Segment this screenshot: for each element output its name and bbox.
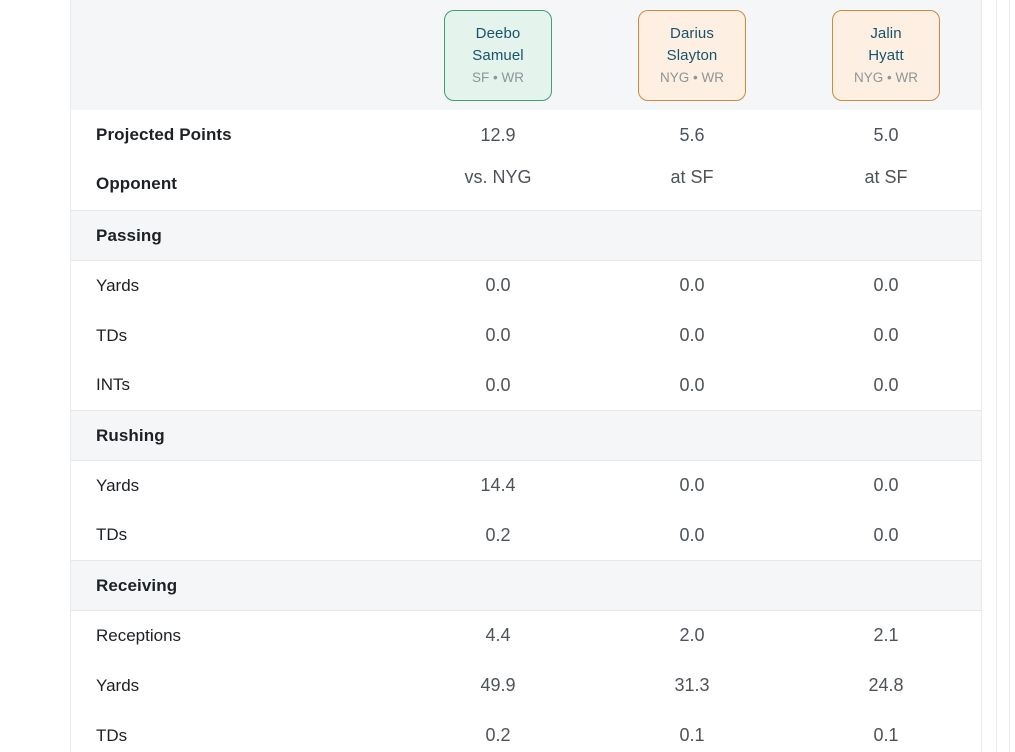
cell-receiving-receptions-p3: 2.1 xyxy=(873,625,899,646)
player-meta-1: SF • WR xyxy=(472,70,524,85)
table-row: Receptions 4.4 2.0 2.1 xyxy=(71,610,981,661)
row-label-opponent: Opponent xyxy=(96,174,178,193)
section-spacer-rushing-2 xyxy=(595,410,789,461)
cell-passing-tds-p1: 0.0 xyxy=(485,325,511,345)
cell-rushing-tds-p3: 0.0 xyxy=(873,524,899,545)
section-spacer-passing-1 xyxy=(401,210,595,261)
section-header-rushing: Rushing xyxy=(71,410,981,461)
row-label-passing-tds: TDs xyxy=(96,325,128,345)
cell-passing-ints-p1: 0.0 xyxy=(485,374,511,395)
table-row: TDs 0.0 0.0 0.0 xyxy=(71,310,981,361)
row-label-rushing-yards: Yards xyxy=(96,475,140,495)
cell-rushing-yards-p3: 0.0 xyxy=(873,475,899,496)
cell-projected-points-p3: 5.0 xyxy=(873,124,899,145)
cell-passing-tds-p2: 0.0 xyxy=(679,325,705,345)
cell-receiving-receptions-p2: 2.0 xyxy=(679,625,705,646)
table-body: Projected Points 12.9 5.6 5.0 Opponent v… xyxy=(71,110,981,752)
player-last-name-3: Hyatt xyxy=(868,47,904,64)
row-label-receiving-receptions: Receptions xyxy=(96,625,182,645)
cell-passing-tds-p3: 0.0 xyxy=(873,325,899,345)
player-meta-3: NYG • WR xyxy=(854,70,918,85)
cell-projected-points-p2: 5.6 xyxy=(679,124,705,145)
cell-receiving-tds-p3: 0.1 xyxy=(873,725,899,745)
player-card-2[interactable]: Darius Slayton NYG • WR xyxy=(638,9,746,101)
cell-rushing-yards-p2: 0.0 xyxy=(679,475,705,496)
table-head: Deebo Samuel SF • WR Darius Slayton NYG … xyxy=(71,0,981,110)
player-meta-2: NYG • WR xyxy=(660,70,724,85)
table-row: TDs 0.2 0.0 0.0 xyxy=(71,510,981,561)
vertical-scrollbar-track[interactable] xyxy=(997,0,1009,752)
player-card-3[interactable]: Jalin Hyatt NYG • WR xyxy=(832,9,940,101)
cell-receiving-receptions-p1: 4.4 xyxy=(485,625,511,646)
cell-passing-yards-p3: 0.0 xyxy=(873,275,899,296)
player-card-1[interactable]: Deebo Samuel SF • WR xyxy=(444,9,552,101)
row-label-receiving-tds: TDs xyxy=(96,725,128,745)
cell-rushing-yards-p1: 14.4 xyxy=(480,475,516,496)
section-spacer-rushing-3 xyxy=(789,410,981,461)
player-header-cell-1: Deebo Samuel SF • WR xyxy=(401,0,595,110)
page-root: Deebo Samuel SF • WR Darius Slayton NYG … xyxy=(0,0,1015,752)
cell-passing-ints-p2: 0.0 xyxy=(679,374,705,395)
table-row: Projected Points 12.9 5.6 5.0 xyxy=(71,110,981,160)
player-first-name-3: Jalin xyxy=(870,25,902,42)
section-spacer-passing-2 xyxy=(595,210,789,261)
row-label-receiving-yards: Yards xyxy=(96,675,140,695)
section-header-passing: Passing xyxy=(71,210,981,261)
cell-passing-yards-p1: 0.0 xyxy=(485,275,511,296)
section-title-passing: Passing xyxy=(71,210,401,261)
table-row: Yards 14.4 0.0 0.0 xyxy=(71,460,981,511)
section-header-receiving: Receiving xyxy=(71,560,981,611)
row-label-passing-ints: INTs xyxy=(96,375,130,395)
row-label-rushing-tds: TDs xyxy=(96,525,128,545)
cell-passing-yards-p2: 0.0 xyxy=(679,275,705,296)
table-row: Yards 0.0 0.0 0.0 xyxy=(71,260,981,311)
cell-opponent-p2: at SF xyxy=(670,166,714,187)
player-comparison-panel: Deebo Samuel SF • WR Darius Slayton NYG … xyxy=(70,0,982,752)
player-last-name-1: Samuel xyxy=(472,47,524,64)
section-spacer-receiving-3 xyxy=(789,560,981,611)
cell-passing-ints-p3: 0.0 xyxy=(873,374,899,395)
cell-receiving-yards-p1: 49.9 xyxy=(480,675,516,695)
header-spacer-cell xyxy=(71,0,401,110)
player-last-name-2: Slayton xyxy=(666,47,718,64)
table-row: TDs 0.2 0.1 0.1 xyxy=(71,710,981,752)
section-spacer-receiving-2 xyxy=(595,560,789,611)
player-first-name-1: Deebo xyxy=(475,25,521,42)
viewport-rule-right xyxy=(1009,0,1010,752)
section-spacer-rushing-1 xyxy=(401,410,595,461)
cell-receiving-tds-p2: 0.1 xyxy=(679,725,705,745)
section-title-rushing: Rushing xyxy=(71,410,401,461)
table-row: Opponent vs. NYG at SF at SF xyxy=(71,160,981,211)
table-row: INTs 0.0 0.0 0.0 xyxy=(71,360,981,411)
player-header-row: Deebo Samuel SF • WR Darius Slayton NYG … xyxy=(71,0,981,110)
cell-opponent-p3: at SF xyxy=(864,166,908,187)
row-label-projected-points: Projected Points xyxy=(96,125,232,144)
section-title-receiving: Receiving xyxy=(71,560,401,611)
player-header-cell-2: Darius Slayton NYG • WR xyxy=(595,0,789,110)
cell-rushing-tds-p2: 0.0 xyxy=(679,524,705,545)
table-row: Yards 49.9 31.3 24.8 xyxy=(71,660,981,711)
row-label-passing-yards: Yards xyxy=(96,275,140,295)
cell-receiving-yards-p2: 31.3 xyxy=(674,675,710,695)
section-spacer-passing-3 xyxy=(789,210,981,261)
cell-opponent-p1: vs. NYG xyxy=(464,166,532,187)
cell-rushing-tds-p1: 0.2 xyxy=(485,524,511,545)
player-header-cell-3: Jalin Hyatt NYG • WR xyxy=(789,0,981,110)
section-spacer-receiving-1 xyxy=(401,560,595,611)
cell-receiving-yards-p3: 24.8 xyxy=(868,675,904,695)
cell-projected-points-p1: 12.9 xyxy=(480,124,516,145)
player-comparison-table: Deebo Samuel SF • WR Darius Slayton NYG … xyxy=(71,0,981,752)
player-first-name-2: Darius xyxy=(670,25,714,42)
cell-receiving-tds-p1: 0.2 xyxy=(485,725,511,745)
